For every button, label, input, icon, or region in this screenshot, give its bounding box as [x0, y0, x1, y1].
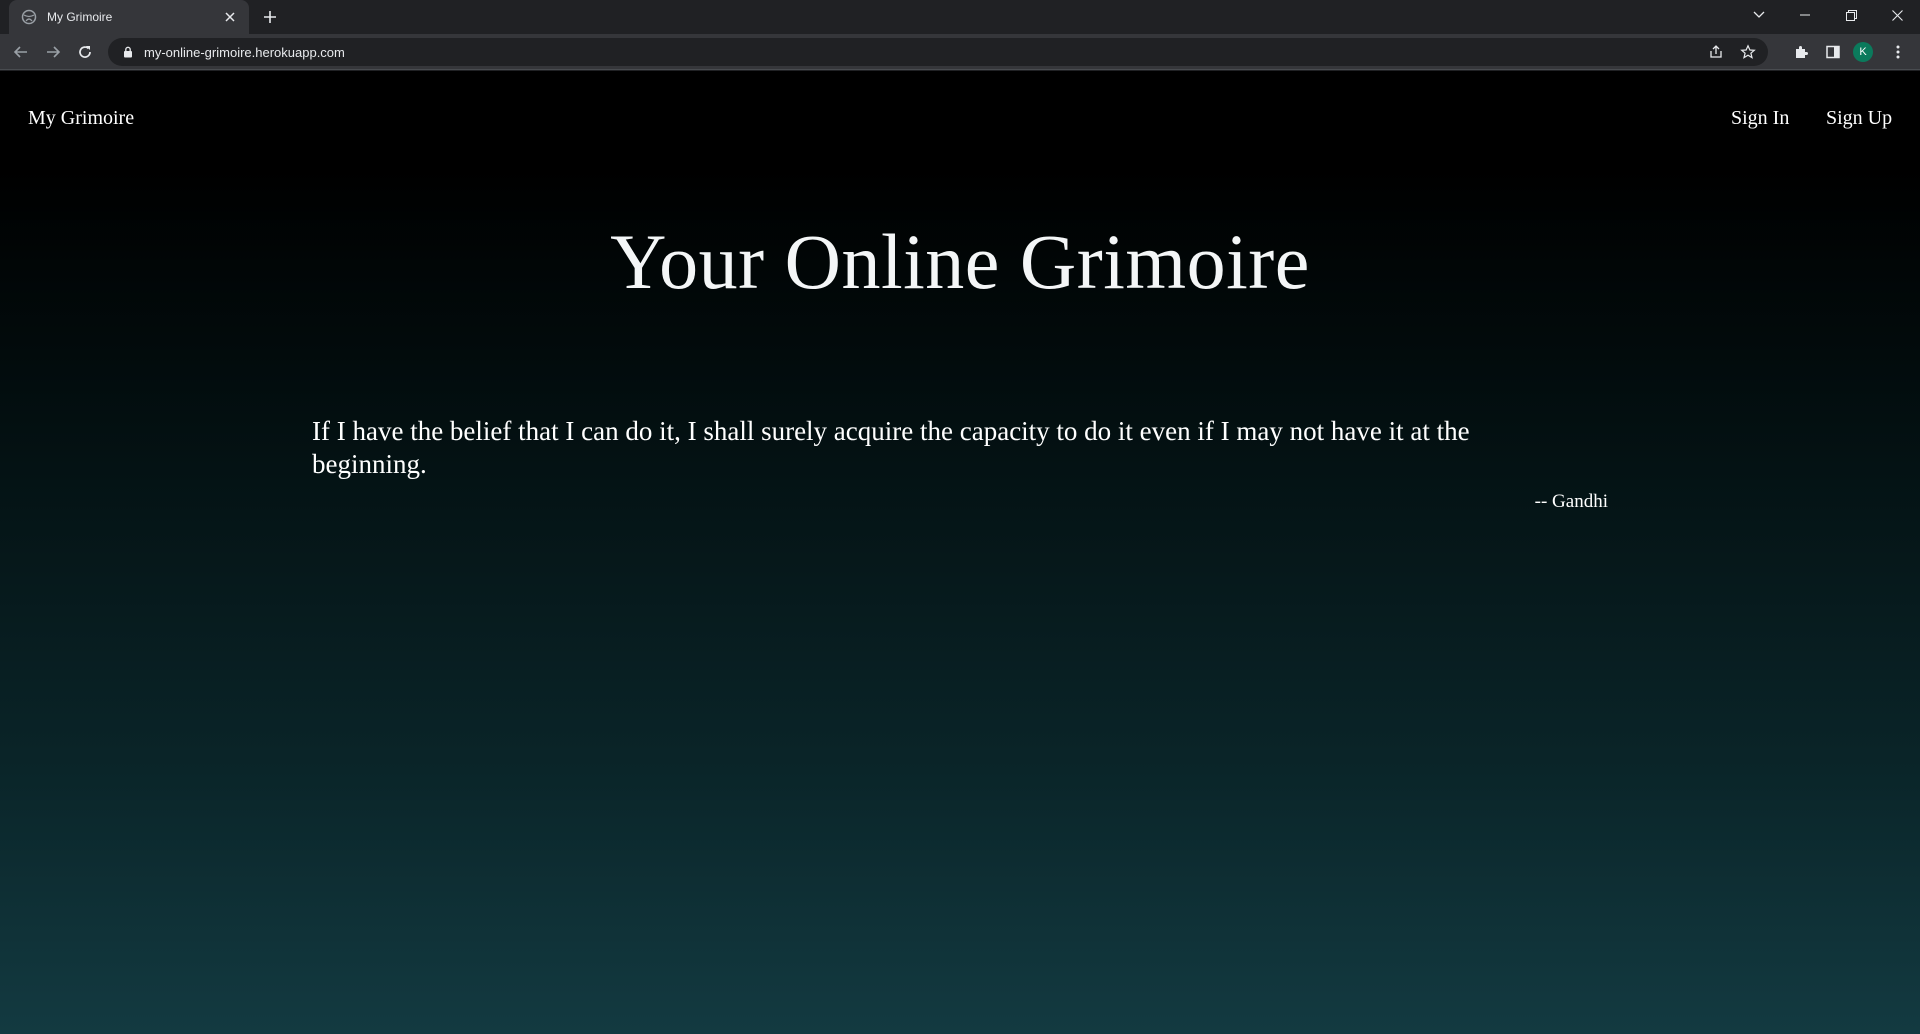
quote-text: If I have the belief that I can do it, I…	[312, 416, 1470, 479]
share-icon[interactable]	[1704, 40, 1728, 64]
profile-avatar[interactable]: K	[1853, 42, 1873, 62]
reload-icon[interactable]	[73, 40, 97, 64]
restore-icon[interactable]	[1828, 0, 1874, 30]
browser-toolbar: my-online-grimoire.herokuapp.com K	[0, 34, 1920, 70]
tab-strip: My Grimoire	[0, 0, 1920, 34]
tab-title: My Grimoire	[47, 10, 113, 24]
side-panel-icon[interactable]	[1821, 40, 1845, 64]
plus-icon[interactable]	[258, 5, 282, 29]
url-text[interactable]: my-online-grimoire.herokuapp.com	[144, 45, 345, 60]
brand-link[interactable]: My Grimoire	[28, 107, 134, 130]
forward-icon[interactable]	[41, 40, 65, 64]
quote-author: -- Gandhi	[1534, 491, 1608, 512]
sign-up-link[interactable]: Sign Up	[1826, 107, 1892, 130]
extensions-icon[interactable]	[1789, 40, 1813, 64]
hero-title: Your Online Grimoire	[610, 218, 1310, 305]
menu-icon[interactable]	[1886, 40, 1910, 64]
browser-tab[interactable]: My Grimoire	[9, 0, 249, 34]
window-close-icon[interactable]	[1874, 0, 1920, 30]
close-icon[interactable]	[221, 8, 239, 26]
address-bar[interactable]: my-online-grimoire.herokuapp.com	[108, 38, 1768, 66]
quote-block: If I have the belief that I can do it, I…	[312, 415, 1608, 512]
star-icon[interactable]	[1736, 40, 1760, 64]
lock-icon[interactable]	[122, 46, 134, 58]
globe-icon	[21, 9, 37, 25]
back-icon[interactable]	[9, 40, 33, 64]
chevron-down-icon[interactable]	[1736, 0, 1782, 30]
page-body: My Grimoire Sign In Sign Up Your Online …	[0, 71, 1920, 1034]
site-navbar: My Grimoire Sign In Sign Up	[0, 71, 1920, 167]
minimize-icon[interactable]	[1782, 0, 1828, 30]
sign-in-link[interactable]: Sign In	[1731, 107, 1789, 130]
